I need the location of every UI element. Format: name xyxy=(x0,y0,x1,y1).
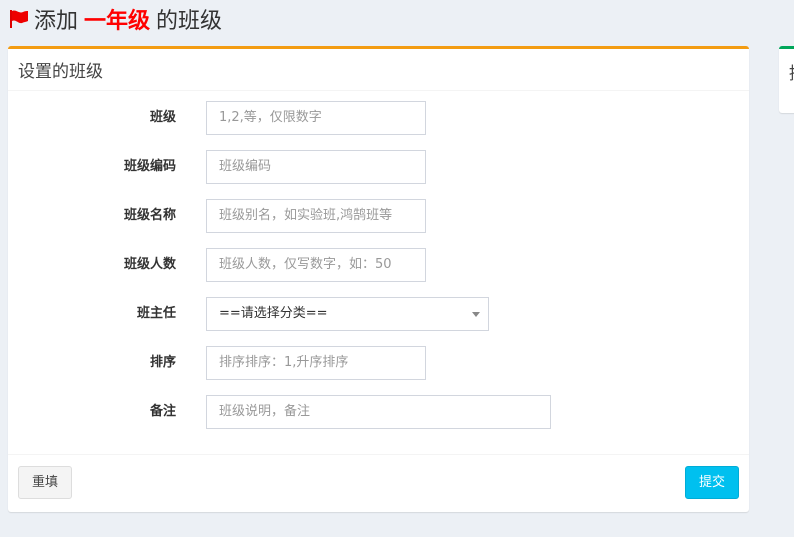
box-footer: 重填 提交 xyxy=(8,454,749,513)
flag-icon xyxy=(10,10,28,28)
grade-name: 一年级 xyxy=(84,9,151,34)
form-row-class-name: 班级名称 班级别名，如实验班,鸿鹄班等 xyxy=(8,199,749,233)
box-header: 设置的班级 xyxy=(8,49,749,91)
form-row-class-code: 班级编码 班级编码 xyxy=(8,150,749,184)
class-settings-box: 设置的班级 班级 1,2,等，仅限数字 班级编码 班级编码 班级名称 班级别名，… xyxy=(8,46,749,512)
remark-input[interactable]: 班级说明，备注 xyxy=(206,395,551,429)
reset-button[interactable]: 重填 xyxy=(18,466,72,499)
page-title: 添加 一年级 的班级 xyxy=(8,4,222,34)
class-size-label: 班级人数 xyxy=(123,257,176,272)
remark-label: 备注 xyxy=(149,404,176,419)
form-row-head-teacher: 班主任 ==请选择分类== xyxy=(8,297,749,331)
class-name-input[interactable]: 班级别名，如实验班,鸿鹄班等 xyxy=(206,199,426,233)
head-teacher-select[interactable]: ==请选择分类== xyxy=(206,297,489,331)
form-row-class: 班级 1,2,等，仅限数字 xyxy=(8,101,749,135)
class-name-label: 班级名称 xyxy=(123,208,176,223)
title-prefix: 添加 xyxy=(34,9,79,34)
title-suffix: 的班级 xyxy=(156,9,223,34)
head-teacher-label: 班主任 xyxy=(136,306,176,321)
form-row-remark: 备注 班级说明，备注 xyxy=(8,395,749,429)
head-teacher-selected: ==请选择分类== xyxy=(219,306,328,321)
sort-input[interactable]: 排序排序：1,升序排序 xyxy=(206,346,426,380)
side-box-header: 提 xyxy=(789,59,794,84)
form-row-class-size: 班级人数 班级人数，仅写数字，如：50 xyxy=(8,248,749,282)
class-number-input[interactable]: 1,2,等，仅限数字 xyxy=(206,101,426,135)
side-box: 提 xyxy=(779,46,794,113)
class-code-label: 班级编码 xyxy=(123,159,176,174)
caret-down-icon xyxy=(472,312,480,317)
class-label: 班级 xyxy=(149,110,176,125)
form-row-sort: 排序 排序排序：1,升序排序 xyxy=(8,346,749,380)
sort-label: 排序 xyxy=(149,355,176,370)
class-size-input[interactable]: 班级人数，仅写数字，如：50 xyxy=(206,248,426,282)
submit-button[interactable]: 提交 xyxy=(685,466,739,499)
class-code-input[interactable]: 班级编码 xyxy=(206,150,426,184)
